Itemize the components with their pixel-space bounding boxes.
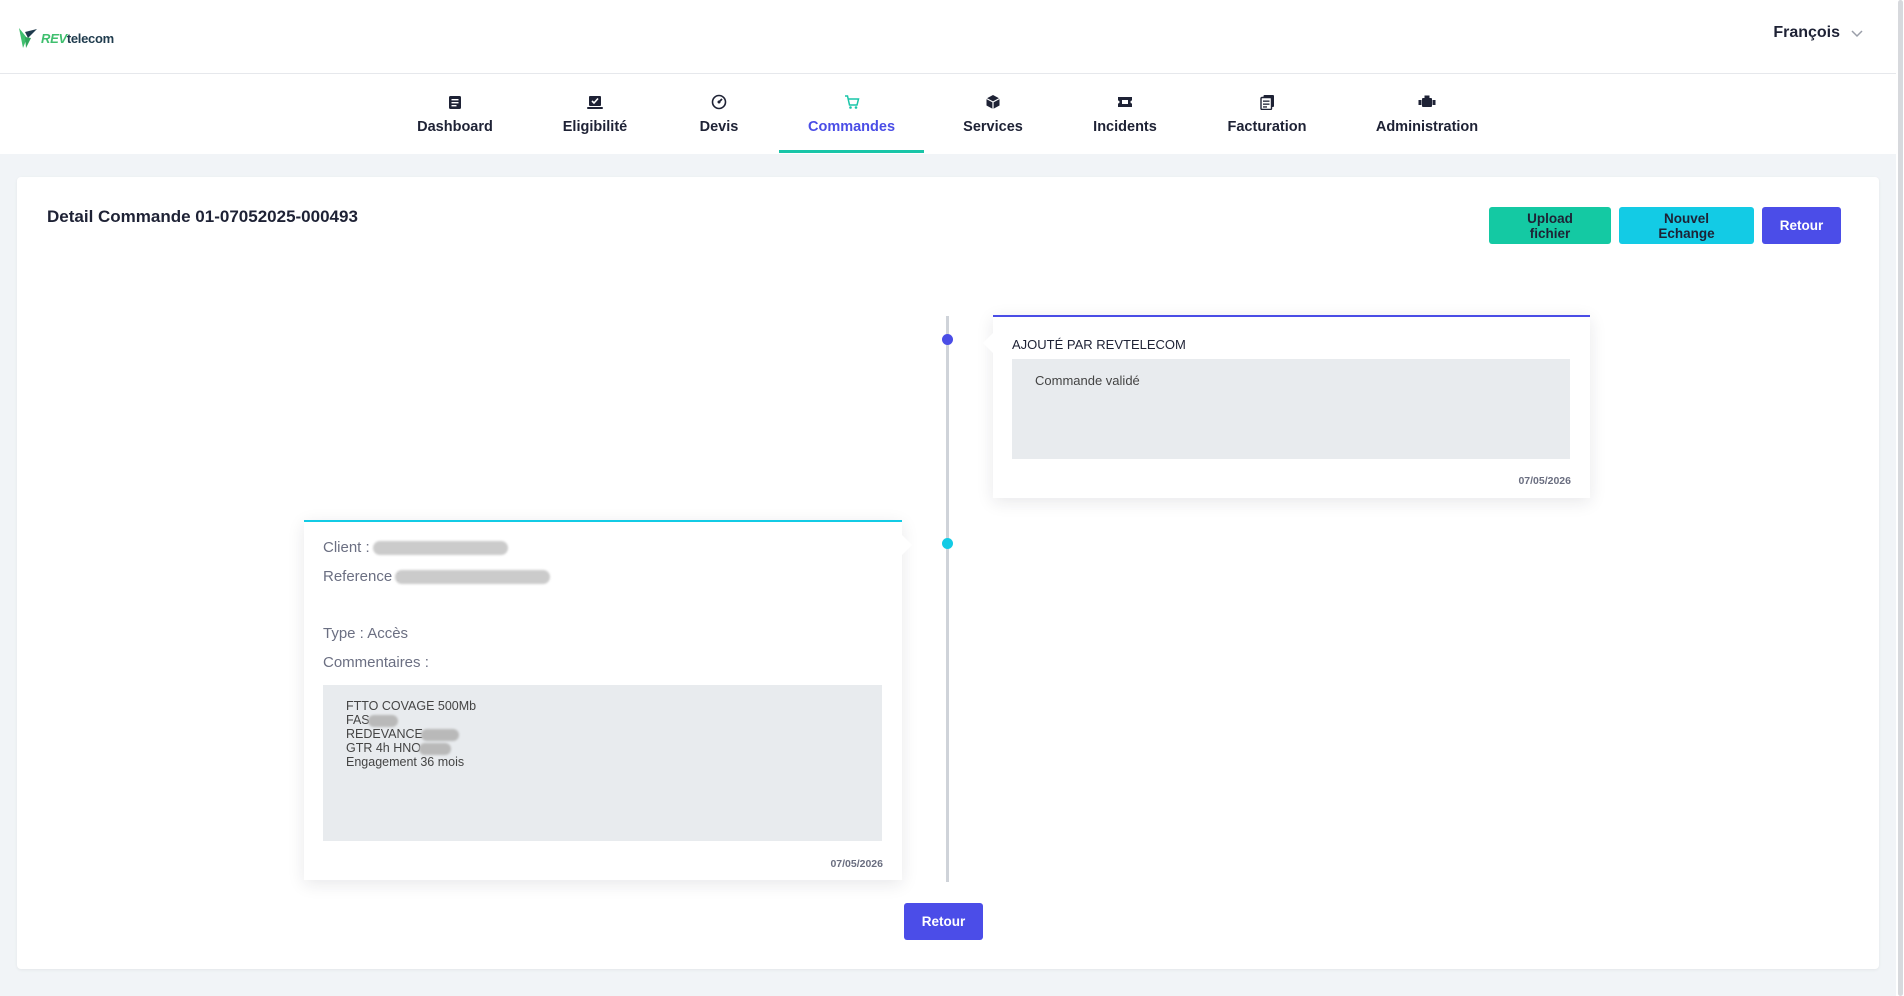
scrollbar-thumb[interactable] [1898,0,1903,996]
nav-item-services[interactable]: Services [943,74,1043,154]
comment-line: REDEVANCE [346,727,859,741]
reference-field: Reference : [323,568,550,585]
chevron-down-icon [1851,30,1863,38]
back-button-bottom[interactable]: Retour [904,903,983,940]
revtelecom-logo[interactable]: REVtelecom [17,24,114,52]
timeline-line [946,316,949,882]
comment-line-text: GTR 4h HNO [346,741,422,755]
top-header: REVtelecom François [0,0,1904,74]
nav-item-incidents[interactable]: Incidents [1075,74,1175,154]
nav-label-incidents: Incidents [1093,119,1157,135]
comment-line: FAS [346,713,859,727]
client-field: Client : [323,539,508,556]
laptop-check-icon [586,93,604,111]
timeline-entry-validation: AJOUTÉ PAR REVTELECOM Commande validé 07… [983,315,1590,498]
comment-line: FTTO COVAGE 500Mb [346,699,859,713]
user-menu[interactable]: François [1773,24,1864,42]
comment-line-text: REDEVANCE [346,727,423,741]
entry-date: 07/05/2026 [1518,475,1571,487]
back-button-top[interactable]: Retour [1762,207,1841,244]
ticket-icon [1116,93,1134,111]
type-field: Type : Accès [323,625,408,642]
timeline-dot-2 [942,538,953,549]
logo-text-rev: REV [41,30,67,46]
engine-icon [1418,93,1436,111]
invoice-icon [1258,93,1276,111]
redacted-value [420,728,459,741]
nav-label-commandes: Commandes [807,119,896,135]
order-detail-panel: Detail Commande 01-07052025-000493 Uploa… [17,177,1879,969]
timeline-dot-1 [942,334,953,345]
page-scrollbar[interactable] [1896,0,1904,996]
redacted-value [419,742,452,755]
comments-box: FTTO COVAGE 500Mb FAS REDEVANCE GTR 4h H… [323,685,882,841]
nav-label-administration: Administration [1375,119,1479,135]
nav-label-dashboard: Dashboard [417,119,493,135]
entry-author: AJOUTÉ PAR REVTELECOM [1012,337,1186,352]
nav-label-devis: Devis [699,119,739,135]
nav-item-facturation[interactable]: Facturation [1217,74,1317,154]
nav-item-devis[interactable]: Devis [680,74,758,154]
nav-label-facturation: Facturation [1227,119,1307,135]
bird-logo-icon [19,28,37,48]
comment-line-text: Engagement 36 mois [346,755,465,769]
reference-label: Reference : [323,568,401,585]
comment-line-text: FAS [346,713,370,727]
comment-line: GTR 4h HNO [346,741,859,755]
upload-file-button[interactable]: Upload fichier [1489,207,1611,244]
nav-item-dashboard[interactable]: Dashboard [405,74,505,154]
gauge-icon [710,93,728,111]
cube-icon [984,93,1002,111]
timeline-entry-order: Client : Reference : Type : Accès Commen… [304,520,912,880]
comment-line: Engagement 36 mois [346,755,859,769]
client-value-redacted [372,540,508,555]
nav-item-commandes[interactable]: Commandes [779,74,924,154]
reference-value-redacted [394,569,550,584]
user-name: François [1773,24,1840,41]
document-icon [446,93,464,111]
comments-label: Commentaires : [323,654,429,671]
client-label: Client : [323,539,370,556]
page-title: Detail Commande 01-07052025-000493 [47,207,358,226]
redacted-value [367,714,398,727]
comment-line-text: FTTO COVAGE 500Mb [346,699,477,713]
nav-label-services: Services [963,119,1023,135]
nav-label-eligibilite: Eligibilité [562,119,628,135]
nav-item-administration[interactable]: Administration [1372,74,1482,154]
main-nav: Dashboard Eligibilité Devis Commandes Se… [0,74,1896,154]
nav-item-eligibilite[interactable]: Eligibilité [545,74,645,154]
new-exchange-button[interactable]: Nouvel Echange [1619,207,1754,244]
entry-date: 07/05/2026 [830,858,883,870]
cart-icon [843,93,861,111]
comments-field: Commentaires : [323,654,429,671]
type-label: Type : Accès [323,625,409,642]
entry-message-box: Commande validé [1012,359,1570,459]
action-buttons: Upload fichier Nouvel Echange Retour [1489,207,1841,244]
entry-message: Commande validé [1035,373,1140,388]
main-nav-bar: Dashboard Eligibilité Devis Commandes Se… [0,74,1896,154]
logo-text-telecom: telecom [66,30,114,46]
